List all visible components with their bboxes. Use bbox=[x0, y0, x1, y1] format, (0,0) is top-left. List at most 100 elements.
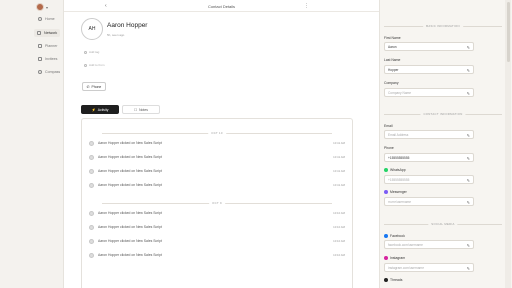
edit-icon[interactable]: ✎ bbox=[467, 156, 470, 161]
activity-item: Aaron Hopper clicked on New Sales Script… bbox=[89, 238, 345, 244]
whatsapp-label: WhatsApp bbox=[384, 168, 406, 172]
edit-icon[interactable]: ✎ bbox=[467, 133, 470, 138]
facebook-icon bbox=[384, 234, 388, 238]
facebook-label-text: Facebook bbox=[390, 234, 405, 238]
email-input[interactable] bbox=[385, 131, 465, 139]
messenger-input[interactable] bbox=[385, 198, 465, 206]
email-label: Email bbox=[384, 124, 393, 128]
nav-item-label: Network bbox=[44, 31, 58, 35]
activity-icon: ⚡ bbox=[91, 107, 96, 112]
edit-icon[interactable]: ✎ bbox=[467, 200, 470, 205]
main-panel: ‹ Contact Details ⋮ AH Aaron Hopper 5h, … bbox=[64, 0, 380, 288]
activity-time: 10:41 AM bbox=[333, 141, 345, 145]
whatsapp-field[interactable]: ✎ bbox=[384, 175, 474, 184]
tab-notes[interactable]: ☐ Notes bbox=[122, 105, 160, 114]
messenger-icon bbox=[384, 190, 388, 194]
profile-menu[interactable]: ▾ bbox=[36, 3, 48, 11]
tab-label: Activity bbox=[97, 107, 109, 112]
edit-icon[interactable]: ✎ bbox=[467, 45, 470, 50]
edit-icon[interactable]: ✎ bbox=[467, 243, 470, 248]
activity-text: Aaron Hopper clicked on New Sales Script bbox=[98, 169, 162, 173]
activity-item: Aaron Hopper clicked on New Sales Script… bbox=[89, 182, 345, 188]
activity-item: Aaron Hopper clicked on New Sales Script… bbox=[89, 168, 345, 174]
activity-text: Aaron Hopper clicked on New Sales Script bbox=[98, 225, 162, 229]
activity-avatar bbox=[89, 238, 94, 244]
activity-text: Aaron Hopper clicked on New Sales Script bbox=[98, 253, 162, 257]
phone-label: Phone bbox=[384, 146, 394, 150]
section-contact-information: CONTACT INFORMATION bbox=[384, 112, 502, 116]
notes-icon: ☐ bbox=[134, 107, 138, 112]
messenger-label: Messenger bbox=[384, 190, 407, 194]
section-title: CONTACT INFORMATION bbox=[420, 112, 466, 116]
day-divider: OCT 9 bbox=[82, 201, 352, 205]
contact-name: Aaron Hopper bbox=[107, 22, 148, 29]
add-from[interactable]: Add to from bbox=[84, 63, 105, 67]
edit-icon[interactable]: ✎ bbox=[467, 91, 470, 96]
day-divider: OCT 10 bbox=[82, 131, 352, 135]
add-tag-label: Add tag bbox=[89, 50, 100, 54]
threads-label-text: Threads bbox=[390, 278, 403, 282]
nav-item-invitees[interactable]: Invitees bbox=[38, 55, 57, 63]
instagram-icon bbox=[384, 256, 388, 260]
nav-item-label: Invitees bbox=[45, 57, 58, 61]
last-name-field[interactable]: ✎ bbox=[384, 65, 474, 74]
company-field[interactable]: ✎ bbox=[384, 88, 474, 97]
whatsapp-input[interactable] bbox=[385, 176, 465, 184]
edit-icon[interactable]: ✎ bbox=[467, 68, 470, 73]
nav-item-planner[interactable]: Planner bbox=[38, 42, 57, 50]
phone-button[interactable]: ✆ Phone bbox=[82, 82, 106, 91]
activity-avatar bbox=[89, 210, 94, 216]
activity-item: Aaron Hopper clicked on New Sales Script… bbox=[89, 210, 345, 216]
instagram-field[interactable]: ✎ bbox=[384, 263, 474, 272]
facebook-label: Facebook bbox=[384, 234, 405, 238]
instagram-input[interactable] bbox=[385, 264, 465, 272]
facebook-input[interactable] bbox=[385, 241, 465, 249]
facebook-field[interactable]: ✎ bbox=[384, 240, 474, 249]
nav-item-label: Compass bbox=[45, 70, 61, 74]
activity-text: Aaron Hopper clicked on New Sales Script bbox=[98, 239, 162, 243]
activity-text: Aaron Hopper clicked on New Sales Script bbox=[98, 141, 162, 145]
chevron-down-icon: ▾ bbox=[46, 4, 49, 10]
last-seen: 5h, seen ago bbox=[107, 33, 125, 37]
whatsapp-label-text: WhatsApp bbox=[390, 168, 406, 172]
activity-avatar bbox=[89, 168, 94, 174]
day-label: OCT 9 bbox=[209, 201, 225, 205]
whatsapp-icon bbox=[384, 168, 388, 172]
phone-input[interactable] bbox=[385, 154, 465, 162]
scrollbar[interactable] bbox=[505, 0, 511, 288]
more-icon[interactable]: ⋮ bbox=[304, 3, 309, 9]
activity-time: 10:41 AM bbox=[333, 155, 345, 159]
tag-icon bbox=[84, 50, 87, 54]
invite-icon bbox=[38, 57, 42, 61]
scrollbar-thumb[interactable] bbox=[506, 2, 510, 62]
activity-feed: OCT 10 Aaron Hopper clicked on New Sales… bbox=[81, 118, 353, 288]
nav-item-network[interactable]: Network bbox=[34, 29, 61, 37]
edit-icon[interactable]: ✎ bbox=[467, 266, 470, 271]
phone-icon: ✆ bbox=[86, 84, 90, 89]
first-name-input[interactable] bbox=[385, 43, 465, 51]
contact-avatar[interactable]: AH bbox=[81, 18, 103, 40]
email-field[interactable]: ✎ bbox=[384, 130, 474, 139]
add-tag[interactable]: Add tag bbox=[84, 50, 99, 54]
activity-text: Aaron Hopper clicked on New Sales Script bbox=[98, 155, 162, 159]
first-name-field[interactable]: ✎ bbox=[384, 42, 474, 51]
activity-avatar bbox=[89, 182, 94, 188]
last-name-input[interactable] bbox=[385, 66, 465, 74]
activity-time: 10:41 AM bbox=[333, 183, 345, 187]
activity-avatar bbox=[89, 154, 94, 160]
tab-activity[interactable]: ⚡ Activity bbox=[81, 105, 119, 114]
phone-button-label: Phone bbox=[91, 84, 102, 89]
nav-item-compass[interactable]: Compass bbox=[38, 68, 60, 76]
activity-avatar bbox=[89, 252, 94, 258]
details-panel: BASIC INFORMATION First Name ✎ Last Name… bbox=[380, 0, 512, 288]
add-from-label: Add to from bbox=[89, 63, 105, 67]
nav-item-home[interactable]: Home bbox=[38, 15, 55, 23]
activity-text: Aaron Hopper clicked on New Sales Script bbox=[98, 183, 162, 187]
page-title: Contact Details bbox=[207, 3, 236, 9]
messenger-field[interactable]: ✎ bbox=[384, 197, 474, 206]
edit-icon[interactable]: ✎ bbox=[467, 178, 470, 183]
contact-header: AH Aaron Hopper 5h, seen ago bbox=[81, 18, 147, 40]
first-name-label: First Name bbox=[384, 36, 401, 40]
phone-field[interactable]: ✎ bbox=[384, 153, 474, 162]
company-input[interactable] bbox=[385, 89, 465, 97]
